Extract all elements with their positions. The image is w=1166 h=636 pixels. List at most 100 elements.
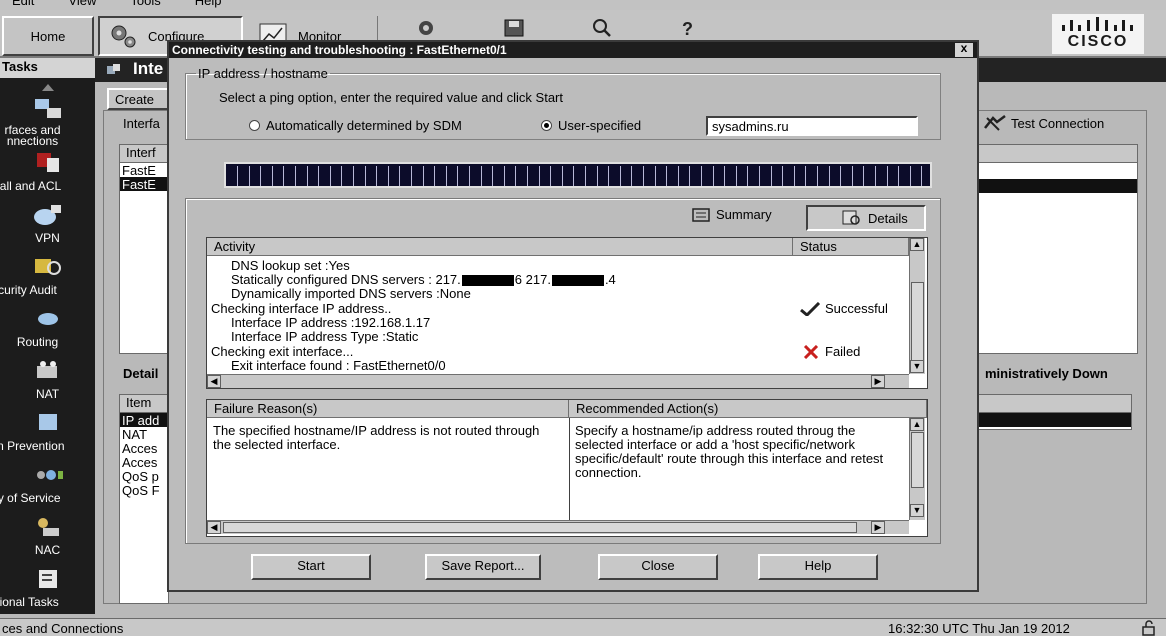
progress-segment <box>689 166 691 186</box>
progress-segment <box>480 166 482 186</box>
progress-segment <box>237 166 238 186</box>
status-time: 16:32:30 UTC Thu Jan 19 2012 <box>888 621 1070 636</box>
home-label: Home <box>30 28 66 44</box>
task-nat[interactable]: NAT <box>0 356 95 406</box>
firewall-icon <box>36 153 59 172</box>
interface-list-header: Interf <box>120 145 168 163</box>
progress-segment <box>329 166 331 186</box>
task-interfaces[interactable]: rfaces and nnections <box>0 94 95 147</box>
progress-segment <box>654 166 656 186</box>
tab-create[interactable]: Create <box>107 88 169 110</box>
scroll-thumb[interactable] <box>911 282 924 362</box>
page-title-text: Inte <box>133 59 164 78</box>
scroll-up-arrow-icon[interactable]: ▲ <box>910 238 924 251</box>
menubar: Edit View Tools Help <box>0 0 1166 10</box>
search-icon[interactable] <box>591 18 613 38</box>
scroll-left-arrow-icon[interactable]: ◀ <box>207 521 221 534</box>
progress-segment <box>457 166 459 186</box>
interface-list: Interf FastE FastE <box>119 144 169 354</box>
radio-user-specified[interactable]: User-specified <box>541 118 641 133</box>
nat-icon <box>36 361 57 378</box>
failure-vscrollbar[interactable]: ▲ ▼ <box>909 418 925 520</box>
menu-help[interactable]: Help <box>195 0 222 8</box>
progress-segment <box>306 166 308 186</box>
list-item[interactable]: Acces <box>120 441 168 456</box>
progress-segment <box>886 166 888 186</box>
progress-segment <box>550 166 552 186</box>
home-button[interactable]: Home <box>2 16 94 56</box>
list-item[interactable]: QoS p <box>120 469 168 484</box>
task-security-audit[interactable]: curity Audit <box>0 252 95 302</box>
start-button[interactable]: Start <box>251 554 371 580</box>
progress-segment <box>909 166 911 186</box>
scroll-down-arrow-icon[interactable]: ▼ <box>910 504 924 517</box>
help-button[interactable]: Help <box>758 554 878 580</box>
refresh-icon[interactable] <box>413 18 439 38</box>
scroll-thumb[interactable] <box>911 432 924 488</box>
tab-create-label: Create <box>115 92 155 107</box>
interface-row[interactable]: FastE <box>120 177 168 192</box>
hostname-input[interactable] <box>706 116 918 136</box>
save-report-button[interactable]: Save Report... <box>425 554 541 580</box>
table-row: Dynamically imported DNS servers :None <box>231 286 471 301</box>
status-successful-label: Successful <box>825 301 888 316</box>
task-nac[interactable]: NAC <box>0 512 95 562</box>
tab-summary[interactable]: Summary <box>692 207 772 222</box>
action-column-header: Recommended Action(s) <box>569 400 927 418</box>
test-connection-button[interactable]: Test Connection <box>983 114 1104 132</box>
table-row: DNS lookup set :Yes <box>231 258 350 273</box>
redacted-block <box>461 275 514 287</box>
progress-segment <box>631 166 633 186</box>
scroll-right-arrow-icon[interactable]: ▶ <box>871 521 885 534</box>
table-row: Exit interface found : FastEthernet0/0 <box>231 358 446 373</box>
menu-tools[interactable]: Tools <box>130 0 160 8</box>
nac-icon <box>37 518 59 536</box>
gear-icon <box>111 25 136 48</box>
help-question-icon[interactable]: ? <box>679 18 699 40</box>
activity-column-header: Activity <box>207 238 793 256</box>
scroll-up-icon[interactable] <box>38 80 58 91</box>
interface-list-right <box>977 144 1138 354</box>
scroll-down-arrow-icon[interactable]: ▼ <box>910 360 924 373</box>
progress-segment <box>805 166 807 186</box>
list-item[interactable]: Acces <box>120 455 168 470</box>
save-icon[interactable] <box>503 18 525 38</box>
list-item[interactable]: IP add <box>120 413 168 428</box>
scroll-right-arrow-icon[interactable]: ▶ <box>871 375 885 388</box>
progress-segment <box>747 166 749 186</box>
progress-segment <box>295 166 296 186</box>
failure-hscrollbar[interactable]: ◀ ▶ <box>207 520 909 534</box>
list-item[interactable]: QoS F <box>120 483 168 498</box>
dialog-close-button[interactable]: x <box>955 42 973 57</box>
scroll-left-arrow-icon[interactable]: ◀ <box>207 375 221 388</box>
close-button[interactable]: Close <box>598 554 718 580</box>
status-failed-label: Failed <box>825 344 861 359</box>
status-column-header: Status <box>793 238 909 256</box>
scroll-thumb[interactable] <box>223 522 857 533</box>
radio-auto-sdm[interactable]: Automatically determined by SDM <box>249 118 462 133</box>
task-vpn[interactable]: VPN <box>0 200 95 250</box>
progress-segment <box>666 166 668 186</box>
progress-segment <box>248 166 250 186</box>
activity-vscrollbar[interactable]: ▲ ▼ <box>909 238 925 374</box>
progress-segment <box>341 166 343 186</box>
activity-hscrollbar[interactable]: ◀ ▶ <box>207 374 909 388</box>
summary-icon <box>692 207 710 222</box>
title-task-icon <box>107 64 120 74</box>
list-item[interactable]: NAT <box>120 427 168 442</box>
task-additional-tasks[interactable]: tional Tasks <box>0 564 95 614</box>
progress-segment <box>643 166 644 186</box>
tasks-sidebar: Tasks rfaces and nnections vall and ACL V… <box>0 58 95 614</box>
task-firewall-acl[interactable]: vall and ACL <box>0 148 95 198</box>
task-quality-of-service[interactable]: ty of Service <box>0 460 95 510</box>
interface-row[interactable]: FastE <box>120 163 168 178</box>
progress-segment <box>701 166 702 186</box>
scroll-up-arrow-icon[interactable]: ▲ <box>910 418 924 431</box>
task-intrusion-prevention[interactable]: on Prevention <box>0 408 95 458</box>
tab-details[interactable]: Details <box>806 205 926 231</box>
menu-view[interactable]: View <box>68 0 96 8</box>
progress-segment <box>898 166 900 186</box>
task-routing[interactable]: Routing <box>0 304 95 354</box>
menu-edit[interactable]: Edit <box>12 0 34 8</box>
progress-segment <box>759 166 760 186</box>
